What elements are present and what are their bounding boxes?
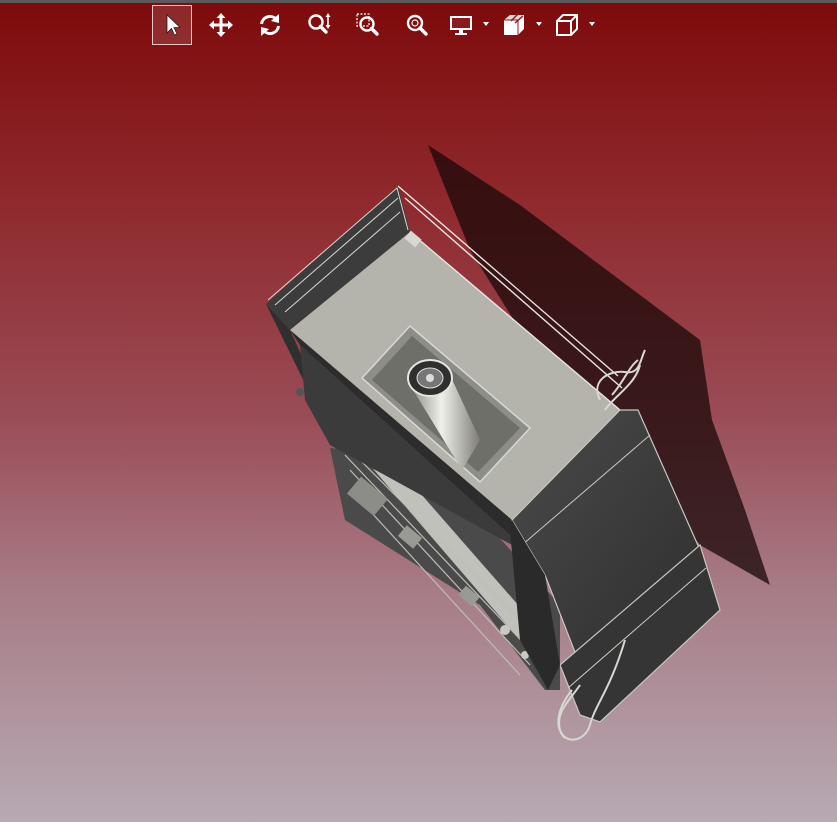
- cube-view-icon: [556, 14, 578, 36]
- window-top-border: [0, 0, 837, 3]
- section-view-dropdown[interactable]: [499, 5, 543, 45]
- monitor-icon: [450, 16, 472, 35]
- rotate-tool-button[interactable]: [250, 5, 290, 45]
- zoom-fit-tool-button[interactable]: [397, 5, 437, 45]
- move-arrows-icon: [209, 13, 233, 37]
- zoom-fit-icon: [406, 14, 428, 36]
- chevron-down-icon: [483, 22, 489, 26]
- view-orientation-dropdown[interactable]: [552, 5, 596, 45]
- chevron-down-icon: [589, 22, 595, 26]
- chevron-down-icon: [536, 22, 542, 26]
- cad-model-render: [266, 145, 770, 741]
- rotate-icon: [260, 14, 280, 36]
- zoom-window-icon: [356, 13, 379, 36]
- zoom-window-tool-button[interactable]: [348, 5, 388, 45]
- cursor-arrow-icon: [166, 14, 181, 36]
- zoom-in-out-tool-button[interactable]: [299, 5, 339, 45]
- zoom-updown-icon: [308, 13, 331, 34]
- select-tool-button[interactable]: [152, 5, 192, 45]
- display-mode-dropdown[interactable]: [446, 5, 490, 45]
- section-view-icon: [504, 13, 524, 35]
- view-toolbar: [152, 5, 605, 45]
- pan-tool-button[interactable]: [201, 5, 241, 45]
- 3d-model-viewport[interactable]: [0, 46, 837, 822]
